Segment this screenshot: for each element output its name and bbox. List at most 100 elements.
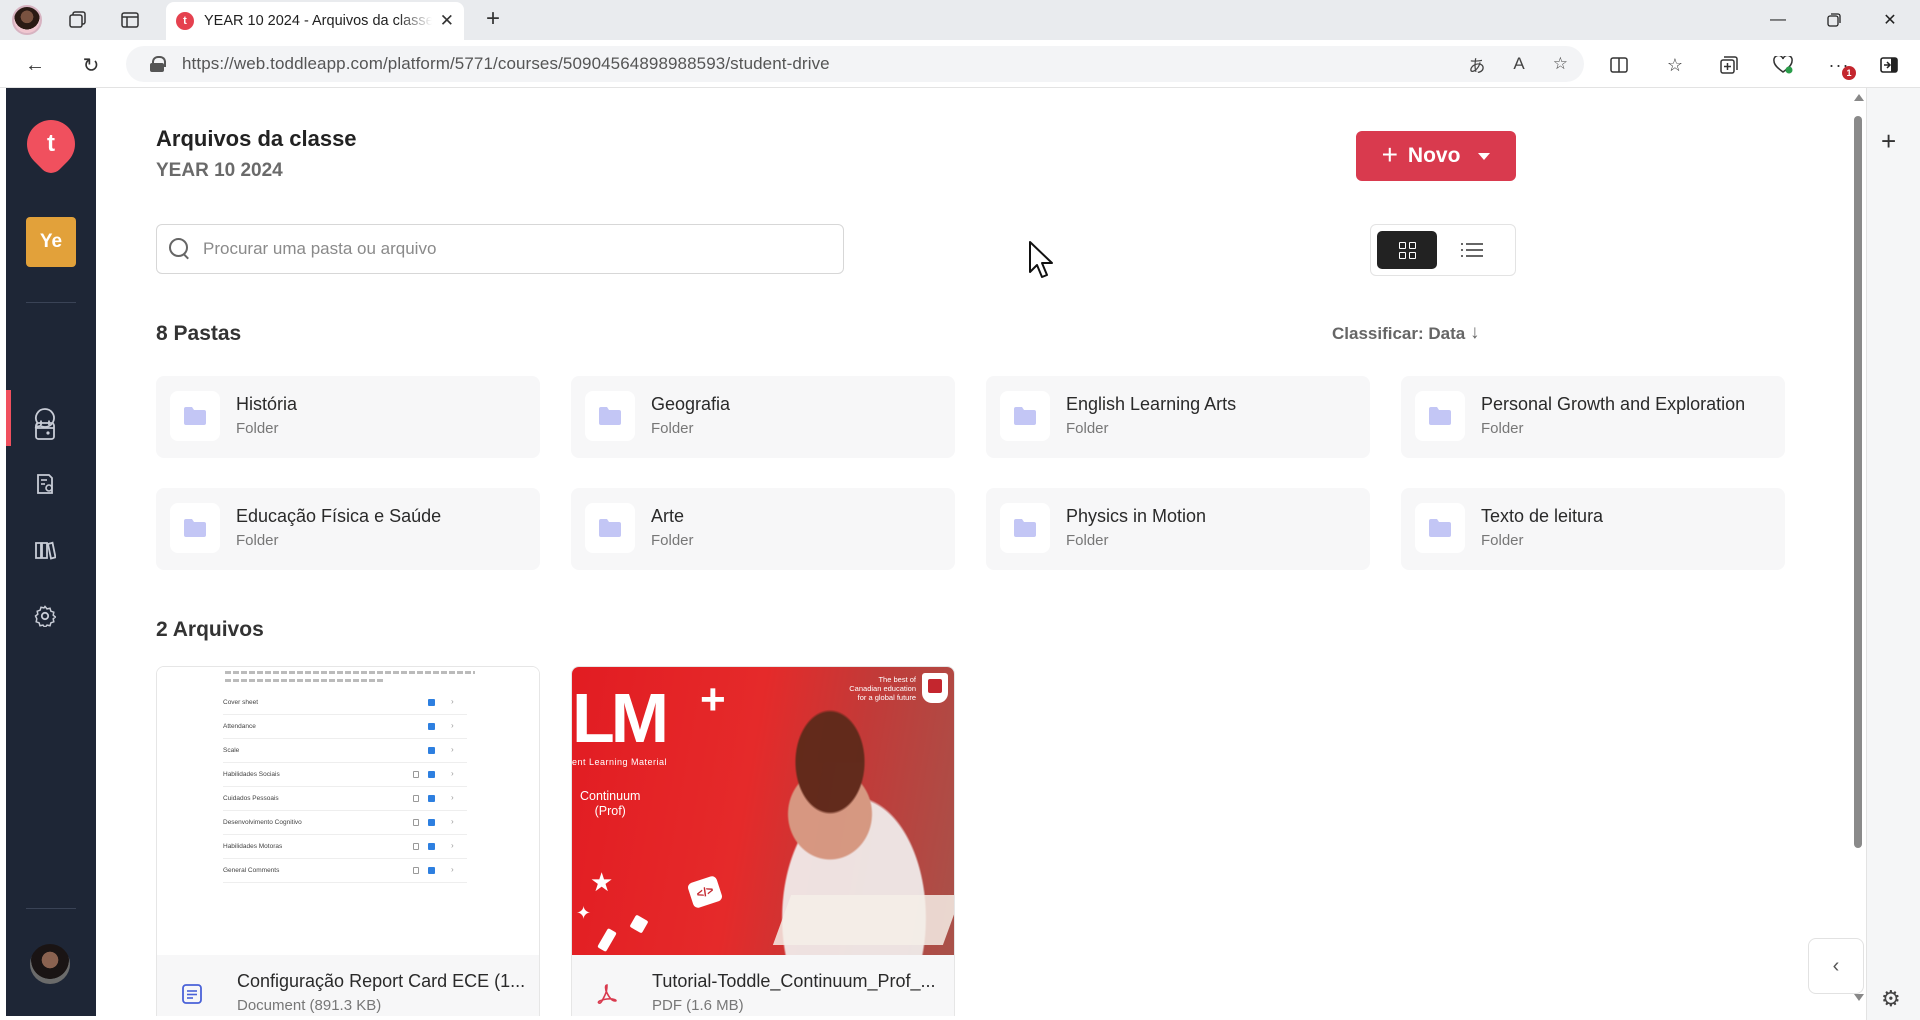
doc-row: Scale › — [223, 739, 467, 763]
sort-button[interactable]: Classificar: Data — [1332, 324, 1465, 344]
address-bar[interactable]: https://web.toddleapp.com/platform/5771/… — [126, 46, 1584, 82]
file-card[interactable]: LM + ent Learning Material Continuum (Pr… — [571, 666, 955, 1016]
doc-row: Cuidados Pessoais › — [223, 787, 467, 811]
doc-intro-line — [225, 679, 385, 682]
nav-divider-bottom — [26, 908, 76, 909]
vertical-tabs-icon[interactable] — [116, 6, 144, 34]
school-crest-icon — [922, 673, 948, 703]
split-screen-icon[interactable] — [1604, 50, 1634, 80]
folder-card[interactable]: Educação Física e Saúde Folder — [156, 488, 540, 570]
doc-row: Habilidades Motoras › — [223, 835, 467, 859]
files-heading: 2 Arquivos — [156, 618, 264, 641]
main-content: Arquivos da classe YEAR 10 2024 + Novo 8… — [96, 88, 1860, 1016]
active-tab[interactable]: t YEAR 10 2024 - Arquivos da classe ✕ — [166, 2, 464, 40]
folder-type: Folder — [1066, 532, 1109, 549]
folder-icon — [1415, 503, 1465, 553]
browser-toolbar: ← ↻ https://web.toddleapp.com/platform/5… — [0, 40, 1920, 88]
folder-card[interactable]: Arte Folder — [571, 488, 955, 570]
class-badge[interactable]: Ye — [26, 217, 76, 267]
collections-icon[interactable] — [1714, 50, 1744, 80]
class-name: YEAR 10 2024 — [156, 160, 283, 181]
minimize-icon[interactable]: — — [1750, 0, 1806, 40]
back-icon[interactable]: ← — [20, 50, 50, 80]
folder-card[interactable]: Physics in Motion Folder — [986, 488, 1370, 570]
favorites-icon[interactable]: ☆ — [1660, 50, 1690, 80]
translate-icon[interactable]: あ — [1468, 52, 1485, 77]
code-bubble-icon: </> — [686, 875, 724, 909]
star-icon: ★ — [590, 867, 614, 897]
doc-row: General Comments › — [223, 859, 467, 883]
file-card[interactable]: Cover sheet › Attendance › Scale › Habilida… — [156, 666, 540, 1016]
folder-name: Personal Growth and Exploration — [1481, 394, 1746, 414]
toddle-app: t Ye Arquivos da classe YEAR 10 2024 + N… — [6, 88, 1866, 1016]
folder-type: Folder — [236, 420, 279, 437]
cube-icon — [629, 914, 649, 934]
workspaces-icon[interactable] — [64, 6, 92, 34]
folder-card[interactable]: Texto de leitura Folder — [1401, 488, 1785, 570]
file-type: Document (891.3 KB) — [237, 997, 382, 1014]
library-icon[interactable] — [33, 538, 57, 562]
scroll-down-arrow-icon[interactable] — [1854, 994, 1864, 1001]
settings-icon[interactable] — [33, 604, 57, 628]
restore-icon[interactable] — [1806, 0, 1862, 40]
doc-intro-line — [225, 671, 475, 674]
browser-essentials-icon[interactable] — [1768, 50, 1798, 80]
folder-type: Folder — [236, 532, 279, 549]
folder-type: Folder — [1481, 420, 1524, 437]
folder-type: Folder — [651, 532, 694, 549]
close-window-icon[interactable]: ✕ — [1862, 0, 1918, 40]
browser-tab-bar: t YEAR 10 2024 - Arquivos da classe ✕ + … — [0, 0, 1920, 40]
folder-icon — [1000, 391, 1050, 441]
folder-name: Geografia — [651, 394, 731, 414]
more-options-icon[interactable]: ··· 1 — [1824, 50, 1856, 80]
search-icon — [169, 238, 191, 260]
document-thumbnail: Cover sheet › Attendance › Scale › Habilida… — [157, 667, 539, 955]
grid-view-icon[interactable] — [1377, 231, 1437, 269]
favorite-star-icon[interactable]: ☆ — [1553, 54, 1568, 74]
new-button[interactable]: + Novo — [1356, 131, 1516, 181]
left-navigation: t Ye — [6, 88, 96, 1016]
new-tab-button[interactable]: + — [478, 5, 508, 35]
page-scrollbar[interactable] — [1850, 88, 1866, 1016]
notification-badge: 1 — [1842, 66, 1856, 80]
folder-card[interactable]: Personal Growth and Exploration Folder — [1401, 376, 1785, 458]
user-avatar[interactable] — [30, 944, 70, 984]
scroll-up-arrow-icon[interactable] — [1854, 94, 1864, 101]
lock-icon — [150, 56, 166, 72]
url-text[interactable]: https://web.toddleapp.com/platform/5771/… — [182, 54, 830, 74]
collapse-panel-button[interactable]: ‹ — [1808, 938, 1864, 994]
doc-row: Habilidades Sociais › — [223, 763, 467, 787]
new-button-label: Novo — [1407, 144, 1461, 167]
folder-type: Folder — [1066, 420, 1109, 437]
mouse-cursor-icon — [1029, 241, 1053, 278]
refresh-icon[interactable]: ↻ — [76, 50, 106, 80]
list-view-icon[interactable] — [1461, 239, 1483, 261]
folder-card[interactable]: Geografia Folder — [571, 376, 955, 458]
slm-plus: + — [700, 675, 726, 724]
sidebar-toggle-icon[interactable] — [1874, 50, 1904, 80]
read-aloud-icon[interactable]: A — [1513, 54, 1524, 74]
browser-profile-avatar[interactable] — [12, 5, 42, 35]
continuum-label: Continuum (Prof) — [580, 789, 641, 818]
cylinder-icon — [597, 927, 617, 953]
sort-direction-icon[interactable]: ↓ — [1470, 322, 1480, 344]
folder-card[interactable]: English Learning Arts Folder — [986, 376, 1370, 458]
sidebar-settings-icon[interactable]: ⚙ — [1881, 986, 1901, 1012]
chat-icon[interactable] — [33, 406, 57, 430]
scrollbar-thumb[interactable] — [1854, 116, 1862, 848]
folder-card[interactable]: História Folder — [156, 376, 540, 458]
folder-name: História — [236, 394, 298, 414]
folder-icon — [170, 503, 220, 553]
file-name: Tutorial-Toddle_Continuum_Prof_... — [652, 971, 936, 991]
tab-title: YEAR 10 2024 - Arquivos da classe — [204, 13, 432, 29]
toddle-logo[interactable]: t — [17, 110, 85, 178]
assessment-icon[interactable] — [33, 472, 57, 496]
search-input[interactable] — [203, 239, 803, 259]
plus-icon: + — [1381, 139, 1398, 170]
close-tab-icon[interactable]: ✕ — [440, 11, 454, 31]
add-sidebar-app-icon[interactable]: + — [1881, 126, 1896, 157]
pdf-icon — [596, 983, 618, 1005]
search-box — [156, 224, 844, 274]
folder-name: Arte — [651, 506, 685, 526]
folder-icon — [1415, 391, 1465, 441]
